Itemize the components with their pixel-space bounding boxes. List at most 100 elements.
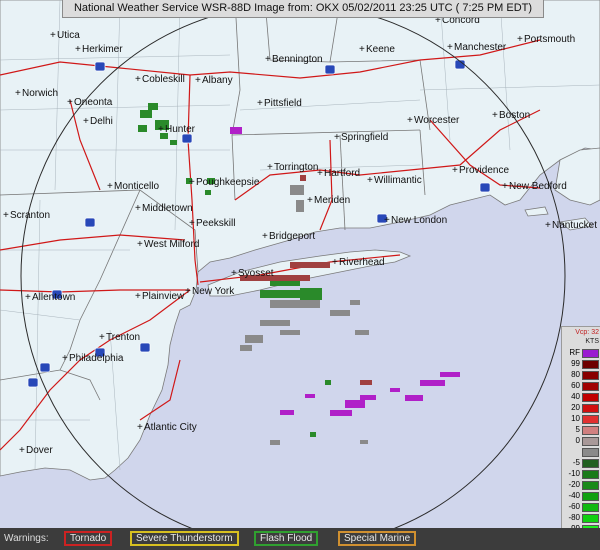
legend-row: -5: [564, 458, 600, 468]
city-label-new-london: New London: [391, 215, 447, 226]
legend-value: 10: [571, 414, 580, 423]
city-label-bridgeport: Bridgeport: [269, 231, 315, 242]
warning-special-marine-button[interactable]: Special Marine: [338, 531, 417, 546]
city-label-plainview: Plainview: [142, 291, 185, 302]
city-marker-scranton: +: [3, 210, 9, 221]
city-marker-peekskill: +: [189, 218, 195, 229]
city-marker-atlantic-city: +: [137, 422, 143, 433]
city-label-dover: Dover: [26, 445, 53, 456]
legend-row: 40: [564, 392, 600, 402]
legend-value: -40: [568, 491, 580, 500]
legend-value: 80: [571, 370, 580, 379]
city-label-providence: Providence: [459, 165, 509, 176]
legend-swatch: [582, 415, 599, 424]
legend-value: RF: [569, 348, 580, 357]
city-label-springfield: Springfield: [341, 132, 388, 143]
city-label-willimantic: Willimantic: [374, 175, 422, 186]
city-label-keene: Keene: [366, 44, 395, 55]
city-label-delhi: Delhi: [90, 116, 113, 127]
vcp-label: Vcp: 32: [575, 329, 599, 336]
city-marker-bennington: +: [265, 54, 271, 65]
city-label-hunter: Hunter: [165, 124, 196, 135]
city-label-west-milford: West Milford: [144, 239, 199, 250]
city-marker-bridgeport: +: [262, 231, 268, 242]
city-label-poughkeepsie: Poughkeepsie: [196, 177, 260, 188]
city-marker-plainview: +: [135, 291, 141, 302]
city-marker-herkimer: +: [75, 44, 81, 55]
legend-value: 0: [575, 436, 580, 445]
legend-row: [564, 447, 600, 457]
city-marker-delhi: +: [83, 116, 89, 127]
city-label-riverhead: Riverhead: [339, 257, 385, 268]
title-bar: National Weather Service WSR-88D Image f…: [62, 0, 544, 18]
city-marker-keene: +: [359, 44, 365, 55]
legend-row: -40: [564, 491, 600, 501]
city-label-syosset: Syosset: [238, 268, 274, 279]
legend-swatch: [582, 470, 599, 479]
city-marker-boston: +: [492, 110, 498, 121]
city-marker-willimantic: +: [367, 175, 373, 186]
city-label-allentown: Allentown: [32, 292, 75, 303]
city-label-albany: Albany: [202, 75, 233, 86]
legend-swatch: [582, 371, 599, 380]
city-marker-manchester: +: [447, 42, 453, 53]
radar-map: + Utica+ Herkimer+ Cobleskill + Albany+ Bennin…: [0, 0, 600, 528]
city-label-philadelphia: Philadelphia: [69, 353, 124, 364]
city-label-torrington: Torrington: [274, 162, 318, 173]
legend-swatch: [582, 437, 599, 446]
legend-row: 99: [564, 359, 600, 369]
legend-value: 99: [571, 359, 580, 368]
legend-row: -20: [564, 480, 600, 490]
legend-swatch: [582, 349, 599, 358]
city-marker-allentown: +: [25, 292, 31, 303]
legend-value: 60: [571, 381, 580, 390]
city-label-hartford: Hartford: [324, 168, 360, 179]
city-marker-riverhead: +: [332, 257, 338, 268]
radar-frame: + Utica + Herkimer + Cobleskill + Albany + Bennin…: [0, 0, 600, 550]
legend-swatch: [582, 503, 599, 512]
legend-swatch: [582, 404, 599, 413]
legend-row: -60: [564, 502, 600, 512]
legend-value: 5: [575, 425, 580, 434]
city-label-middletown: Middletown: [142, 203, 193, 214]
city-label-pittsfield: Pittsfield: [264, 98, 302, 109]
city-marker-albany: +: [195, 75, 201, 86]
city-label-new-bedford: New Bedford: [509, 181, 567, 192]
legend-row: 20: [564, 403, 600, 413]
legend-row: -10: [564, 469, 600, 479]
city-marker-poughkeepsie: +: [189, 177, 195, 188]
city-marker-new-london: +: [384, 215, 390, 226]
city-label-worcester: Worcester: [414, 115, 460, 126]
legend-value: -20: [568, 480, 580, 489]
city-label-cobleskill: Cobleskill: [142, 74, 185, 85]
legend-value: 20: [571, 403, 580, 412]
legend-swatch: [582, 360, 599, 369]
legend-swatch: [582, 382, 599, 391]
city-marker-monticello: +: [107, 181, 113, 192]
legend-swatch: [582, 393, 599, 402]
city-label-oneonta: Oneonta: [74, 97, 113, 108]
legend-header: Vcp: 32 KTS: [562, 327, 600, 346]
legend-swatch: [582, 492, 599, 501]
legend-value: -60: [568, 502, 580, 511]
warning-tornado-button[interactable]: Tornado: [64, 531, 113, 546]
city-label-trenton: Trenton: [106, 332, 140, 343]
city-label-manchester: Manchester: [454, 42, 507, 53]
legend-row: 80: [564, 370, 600, 380]
warnings-label: Warnings:: [4, 533, 49, 544]
city-label-monticello: Monticello: [114, 181, 159, 192]
city-marker-nantucket: +: [545, 220, 551, 231]
city-marker-hunter: +: [158, 124, 164, 135]
city-marker-springfield: +: [334, 132, 340, 143]
city-marker-philadelphia: +: [62, 353, 68, 364]
city-label-boston: Boston: [499, 110, 530, 121]
warning-severe-thunderstorm-button[interactable]: Severe Thunderstorm: [130, 531, 239, 546]
warning-flash-flood-button[interactable]: Flash Flood: [254, 531, 319, 546]
city-label-utica: Utica: [57, 30, 80, 41]
legend-row: 5: [564, 425, 600, 435]
city-marker-pittsfield: +: [257, 98, 263, 109]
legend-swatch: [582, 514, 599, 523]
legend-value: -10: [568, 469, 580, 478]
city-marker-torrington: +: [267, 162, 273, 173]
city-marker-middletown: +: [135, 203, 141, 214]
